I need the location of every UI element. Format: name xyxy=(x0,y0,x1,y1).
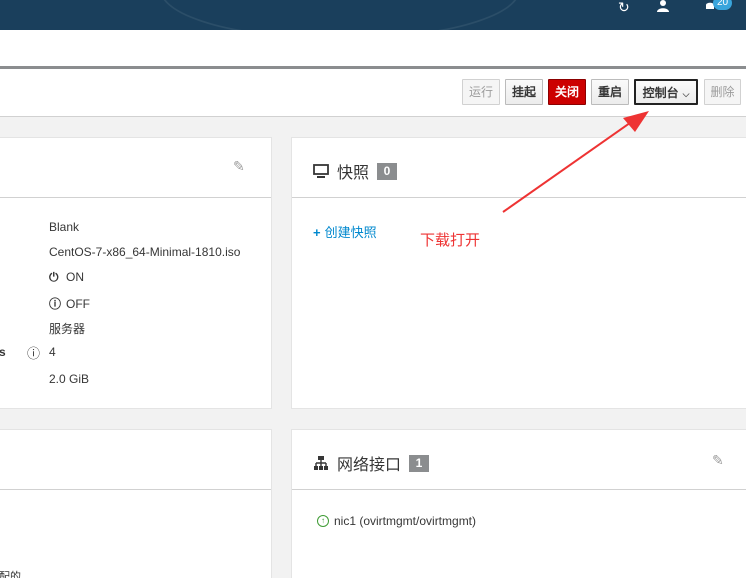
user-icon[interactable] xyxy=(656,0,670,16)
monitor-icon xyxy=(313,163,329,179)
notification-count-badge: 20 xyxy=(713,0,733,10)
create-snapshot-link[interactable]: + 创建快照 xyxy=(313,222,377,241)
power-on-value: ON xyxy=(66,270,84,284)
monitor-icon-glyph xyxy=(313,164,329,178)
network-title: 网络接口 1 xyxy=(313,451,430,475)
shutdown-button[interactable]: 关闭 xyxy=(548,79,586,105)
snapshots-title: 快照 0 xyxy=(313,159,398,183)
annotation-arrow xyxy=(502,111,649,213)
plus-icon: + xyxy=(313,225,321,240)
optimized-for-value: 服务器 xyxy=(49,322,86,336)
snapshots-title-text: 快照 xyxy=(337,165,370,182)
console-dropdown-button[interactable]: 控制台 ⌵ xyxy=(634,79,698,105)
truncated-text-fragment: 配的 xyxy=(0,571,21,578)
template-value: Blank xyxy=(49,220,80,234)
user-icon-glyph xyxy=(657,0,669,12)
cd-image-value: CentOS-7-x86_64-Minimal-1810.iso xyxy=(49,245,241,259)
power-off-row: ⓘ OFF xyxy=(49,295,90,312)
console-button-label: 控制台 xyxy=(642,86,679,100)
chevron-down-icon: ⌵ xyxy=(682,89,690,99)
network-title-text: 网络接口 xyxy=(337,457,402,474)
arrow-up-status-icon: ↑ xyxy=(317,515,329,527)
cpu-info-icon[interactable]: ⓘ xyxy=(27,343,40,362)
power-icon: ⏻ xyxy=(49,270,59,284)
pencil-icon[interactable]: ✎ xyxy=(712,452,724,469)
masthead: ↻ 20 xyxy=(0,0,746,30)
masthead-decoration xyxy=(160,0,520,30)
info-icon: ⓘ xyxy=(49,297,62,311)
nic-label: nic1 (ovirtmgmt/ovirtmgmt) xyxy=(334,514,477,528)
snapshots-count-badge: 0 xyxy=(377,162,398,180)
cpu-label-fragment: s xyxy=(0,345,6,359)
run-button[interactable]: 运行 xyxy=(462,79,500,105)
memory-value: 2.0 GiB xyxy=(49,372,90,386)
network-icon-glyph xyxy=(314,456,328,470)
cpu-value: 4 xyxy=(49,345,56,359)
create-snapshot-label: 创建快照 xyxy=(324,225,377,240)
details-card: ✎ Blank CentOS-7-x86_64-Minimal-1810.iso… xyxy=(0,137,272,409)
suspend-button[interactable]: 挂起 xyxy=(505,79,543,105)
refresh-icon[interactable]: ↻ xyxy=(618,0,630,16)
annotation-text: 下载打开 xyxy=(420,232,481,249)
disks-card-header xyxy=(0,430,271,490)
network-interfaces-card: 网络接口 1 ✎ ↑ nic1 (ovirtmgmt/ovirtmgmt) xyxy=(291,429,746,578)
nic-row[interactable]: ↑ nic1 (ovirtmgmt/ovirtmgmt) xyxy=(317,514,476,528)
reboot-button[interactable]: 重启 xyxy=(591,79,629,105)
network-icon xyxy=(313,455,329,471)
pencil-icon[interactable]: ✎ xyxy=(233,158,245,175)
delete-button[interactable]: 删除 xyxy=(704,79,741,105)
power-off-value: OFF xyxy=(66,297,90,311)
details-card-header xyxy=(0,138,271,198)
page-header-band xyxy=(0,30,746,67)
disks-card: 配的 xyxy=(0,429,272,578)
power-on-row: ⏻ ON xyxy=(49,270,84,285)
network-count-badge: 1 xyxy=(409,454,430,472)
